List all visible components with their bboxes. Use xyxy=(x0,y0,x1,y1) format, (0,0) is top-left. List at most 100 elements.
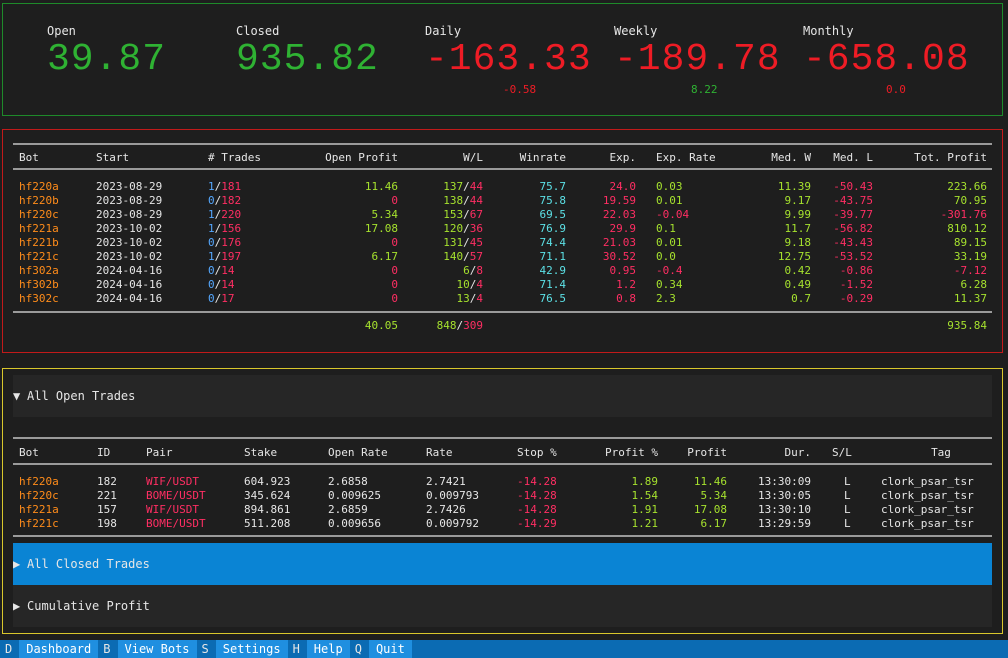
open-trades: 1 xyxy=(208,250,215,263)
winrate: 74.4 xyxy=(539,236,567,249)
stat-change: -0.58 xyxy=(503,83,537,96)
winrate: 76.9 xyxy=(539,222,567,235)
table-rule xyxy=(13,535,992,537)
bot-row[interactable]: hf302c 2024-04-16 0/17 0 13/4 76.5 0.8 2.3 0.7 -0… xyxy=(19,292,987,306)
open-profit: 0 xyxy=(391,292,398,305)
tag: clork_psar_tsr xyxy=(881,475,974,488)
median-win: 9.99 xyxy=(784,208,812,221)
total-profit: 89.15 xyxy=(953,236,987,249)
total-trades: 197 xyxy=(221,250,242,263)
bot-name: hf302b xyxy=(19,278,59,291)
total-trades: 220 xyxy=(221,208,242,221)
bot-name: hf220c xyxy=(19,208,59,221)
column-header: Med. W xyxy=(771,151,811,164)
separator: / xyxy=(463,236,470,249)
start-date: 2024-04-16 xyxy=(96,292,163,305)
open-profit: 0 xyxy=(391,236,398,249)
summary-stats-panel: Open 39.87 Closed 935.82 Daily -163.33 -… xyxy=(2,3,1003,116)
open-trades-title: All Open Trades xyxy=(27,389,136,403)
win-loss: 13/4 xyxy=(419,292,484,305)
median-win: 11.39 xyxy=(777,180,811,193)
stat-closed: Closed 935.82 xyxy=(236,24,379,80)
footer-settings-button[interactable]: Settings xyxy=(215,640,288,658)
footer-help-button[interactable]: Help xyxy=(306,640,350,658)
trade-row[interactable]: hf221c 198 BOME/USDT 511.208 0.009656 0.00979… xyxy=(19,517,986,531)
trades-panel: ▼ All Open Trades Bot ID Pair Stake Open Rate… xyxy=(2,368,1003,634)
total-trades: 181 xyxy=(221,180,242,193)
footer-keybar: D Dashboard B View Bots S Settings H Help Q Quit xyxy=(0,640,1008,658)
column-header: Pair xyxy=(146,446,173,459)
median-loss: -43.75 xyxy=(833,194,873,207)
profit-pct: 1.91 xyxy=(631,503,659,516)
expectancy: 21.03 xyxy=(602,236,636,249)
bot-row[interactable]: hf221a 2023-10-02 1 / 156 17.08 120/36 76.9 29.9… xyxy=(19,222,987,236)
median-loss: -0.86 xyxy=(839,264,873,277)
start-date: 2023-10-02 xyxy=(96,222,163,235)
column-header: Dur. xyxy=(784,446,812,459)
shortcut-key: D xyxy=(5,642,13,656)
open-trades: 0 xyxy=(208,194,215,207)
start-date: 2023-08-29 xyxy=(96,180,163,193)
separator: / xyxy=(463,180,470,193)
bots-totals-row: 40.05 848/309 935.84 xyxy=(19,319,987,333)
footer-dashboard-button[interactable]: Dashboard xyxy=(19,640,99,658)
winrate: 42.9 xyxy=(539,264,567,277)
stat-open: Open 39.87 xyxy=(47,24,166,80)
total-open-profit: 40.05 xyxy=(364,319,398,332)
stat-value: 39.87 xyxy=(47,38,167,81)
open-trades-header: Bot ID Pair Stake Open Rate Rate Stop % Profit … xyxy=(19,446,986,460)
profit: 17.08 xyxy=(693,503,727,516)
trade-id: 157 xyxy=(97,503,117,516)
side: L xyxy=(844,517,851,530)
bot-name: hf221b xyxy=(19,236,59,249)
total-win-loss: 848/309 xyxy=(436,319,483,332)
footer-quit-button[interactable]: Quit xyxy=(368,640,412,658)
winrate: 71.4 xyxy=(539,278,567,291)
median-win: 11.7 xyxy=(784,222,812,235)
column-header: Open Rate xyxy=(328,446,388,459)
expectancy: 29.9 xyxy=(609,222,637,235)
start-date: 2024-04-16 xyxy=(96,264,163,277)
separator: / xyxy=(463,250,470,263)
bot-row[interactable]: hf221c 2023-10-02 1 / 197 6.17 140/57 71.1 30.52… xyxy=(19,250,987,264)
open-trades-toggle[interactable]: ▼ All Open Trades xyxy=(13,375,992,417)
wins: 131 xyxy=(443,236,464,249)
shortcut-key: B xyxy=(103,642,111,656)
wins: 120 xyxy=(443,222,464,235)
expectancy: 24.0 xyxy=(609,180,637,193)
bot-row[interactable]: hf221b 2023-10-02 0/176 0 131/45 74.4 21.03 0.0… xyxy=(19,236,987,250)
bot-row[interactable]: hf302a 2024-04-16 0/14 0 6/8 42.9 0.95 -0.4 0.42… xyxy=(19,264,987,278)
cumulative-profit-toggle[interactable]: ▶ Cumulative Profit xyxy=(13,585,992,627)
column-header: Bot xyxy=(19,151,39,164)
footer-view-bots-button[interactable]: View Bots xyxy=(117,640,197,658)
bot-row[interactable]: hf220c 2023-08-29 1 / 220 5.34 153/67 69.5 22.03… xyxy=(19,208,987,222)
total-trades: 156 xyxy=(221,222,242,235)
bot-name: hf302a xyxy=(19,264,59,277)
bot-name: hf221a xyxy=(19,503,59,516)
open-profit: 6.17 xyxy=(371,250,399,263)
bot-name: hf221a xyxy=(19,222,59,235)
bot-row[interactable]: hf220b 2023-08-29 0/182 0 138/44 75.8 19.59 0.0… xyxy=(19,194,987,208)
tag: clork_psar_tsr xyxy=(881,517,974,530)
wins: 10 xyxy=(456,278,470,291)
stat-label: Weekly xyxy=(614,24,658,38)
stat-change: 8.22 xyxy=(691,83,718,96)
closed-trades-toggle[interactable]: ▶ All Closed Trades xyxy=(13,543,992,585)
trade-row[interactable]: hf221a 157 WIF/USDT 894.861 2.6859 2.7426 -14.… xyxy=(19,503,986,517)
profit: 11.46 xyxy=(693,475,727,488)
column-header: Stake xyxy=(244,446,278,459)
trade-pair: WIF/USDT xyxy=(146,475,199,488)
trade-pair: WIF/USDT xyxy=(146,503,199,516)
side: L xyxy=(844,489,851,502)
losses: 45 xyxy=(469,236,483,249)
bot-name: hf221c xyxy=(19,250,59,263)
trade-row[interactable]: hf220a 182 WIF/USDT 604.923 2.6858 2.7421 -14.… xyxy=(19,475,986,489)
current-rate: 2.7426 xyxy=(426,503,466,516)
start-date: 2023-08-29 xyxy=(96,208,163,221)
column-header: Open Profit xyxy=(325,151,398,164)
bot-row[interactable]: hf220a 2023-08-29 1 / 181 11.46 137/44 75.7 24.0… xyxy=(19,180,987,194)
stat-daily: Daily -163.33 -0.58 xyxy=(425,24,592,96)
bot-row[interactable]: hf302b 2024-04-16 0/14 0 10/4 71.4 1.2 0.34 0.49… xyxy=(19,278,987,292)
column-header: Bot xyxy=(19,446,39,459)
trade-row[interactable]: hf220c 221 BOME/USDT 345.624 0.009625 0.00979… xyxy=(19,489,986,503)
